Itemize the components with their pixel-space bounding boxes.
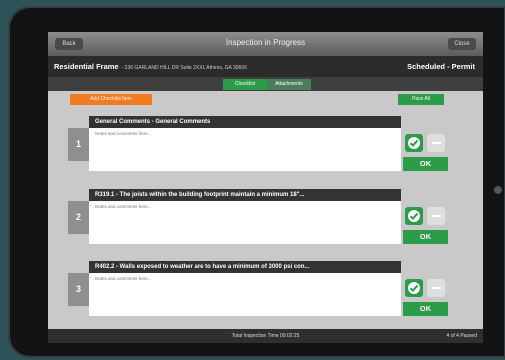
checklist-item: 2 R319.1 - The joists within the buildin… bbox=[68, 189, 464, 251]
passed-count: 4 of 4 Passed bbox=[446, 333, 477, 339]
close-button[interactable]: Close bbox=[448, 38, 476, 50]
result-ok-label: OK bbox=[403, 302, 448, 316]
checkmark-icon bbox=[408, 137, 420, 149]
fail-button[interactable] bbox=[427, 134, 445, 152]
item-card: R402.2 - Walls exposed to weather are to… bbox=[89, 261, 401, 316]
pass-all-button[interactable]: Pass All bbox=[398, 94, 444, 105]
tab-attachments[interactable]: Attachments bbox=[267, 79, 311, 90]
minus-icon bbox=[431, 287, 441, 289]
fail-button[interactable] bbox=[427, 279, 445, 297]
pass-check-button[interactable] bbox=[405, 207, 423, 225]
checklist-item: 3 R402.2 - Walls exposed to weather are … bbox=[68, 261, 464, 323]
back-button[interactable]: Back bbox=[55, 38, 83, 50]
tablet-device: Back Inspection in Progress Close Reside… bbox=[8, 6, 505, 358]
result-ok-label: OK bbox=[403, 157, 448, 171]
checkmark-icon bbox=[408, 282, 420, 294]
tab-checklist[interactable]: Checklist bbox=[223, 79, 267, 90]
app-screen: Back Inspection in Progress Close Reside… bbox=[48, 32, 483, 343]
item-title: General Comments - General Comments bbox=[89, 116, 401, 128]
item-number: 2 bbox=[68, 201, 89, 234]
item-card: R319.1 - The joists within the building … bbox=[89, 189, 401, 244]
status-label: Scheduled - Permit bbox=[407, 62, 475, 71]
item-title: R319.1 - The joists within the building … bbox=[89, 189, 401, 201]
inspection-type: Residential Frame - 236 GARLAND HILL DR S… bbox=[54, 62, 247, 71]
total-inspection-time: Total Inspection Time 00:02:25 bbox=[231, 333, 300, 339]
inspection-type-label: Residential Frame bbox=[54, 62, 119, 71]
result-ok-label: OK bbox=[403, 230, 448, 244]
add-checklist-item-button[interactable]: Add Checklist Item bbox=[70, 94, 152, 105]
camera-dot bbox=[494, 186, 502, 194]
item-number: 1 bbox=[68, 128, 89, 161]
pass-check-button[interactable] bbox=[405, 134, 423, 152]
notes-field[interactable]: Notes and comments here... bbox=[95, 276, 395, 281]
address-text: - 236 GARLAND HILL DR Suite 2XXL Athens,… bbox=[121, 65, 247, 71]
checkmark-icon bbox=[408, 210, 420, 222]
pass-check-button[interactable] bbox=[405, 279, 423, 297]
page-title: Inspection in Progress bbox=[225, 38, 306, 47]
tab-bar: Checklist Attachments bbox=[48, 77, 483, 91]
minus-icon bbox=[431, 215, 441, 217]
notes-field[interactable]: Notes and comments here... bbox=[95, 204, 395, 209]
minus-icon bbox=[431, 142, 441, 144]
footer-bar: Total Inspection Time 00:02:25 4 of 4 Pa… bbox=[48, 329, 483, 343]
fail-button[interactable] bbox=[427, 207, 445, 225]
inspection-info-bar: Residential Frame - 236 GARLAND HILL DR S… bbox=[48, 56, 483, 77]
checklist-item: 1 General Comments - General Comments No… bbox=[68, 116, 464, 178]
item-card: General Comments - General Comments Note… bbox=[89, 116, 401, 171]
top-navigation-bar: Back Inspection in Progress Close bbox=[48, 32, 483, 56]
item-title: R402.2 - Walls exposed to weather are to… bbox=[89, 261, 401, 273]
item-number: 3 bbox=[68, 273, 89, 306]
notes-field[interactable]: Notes and comments here... bbox=[95, 131, 395, 136]
